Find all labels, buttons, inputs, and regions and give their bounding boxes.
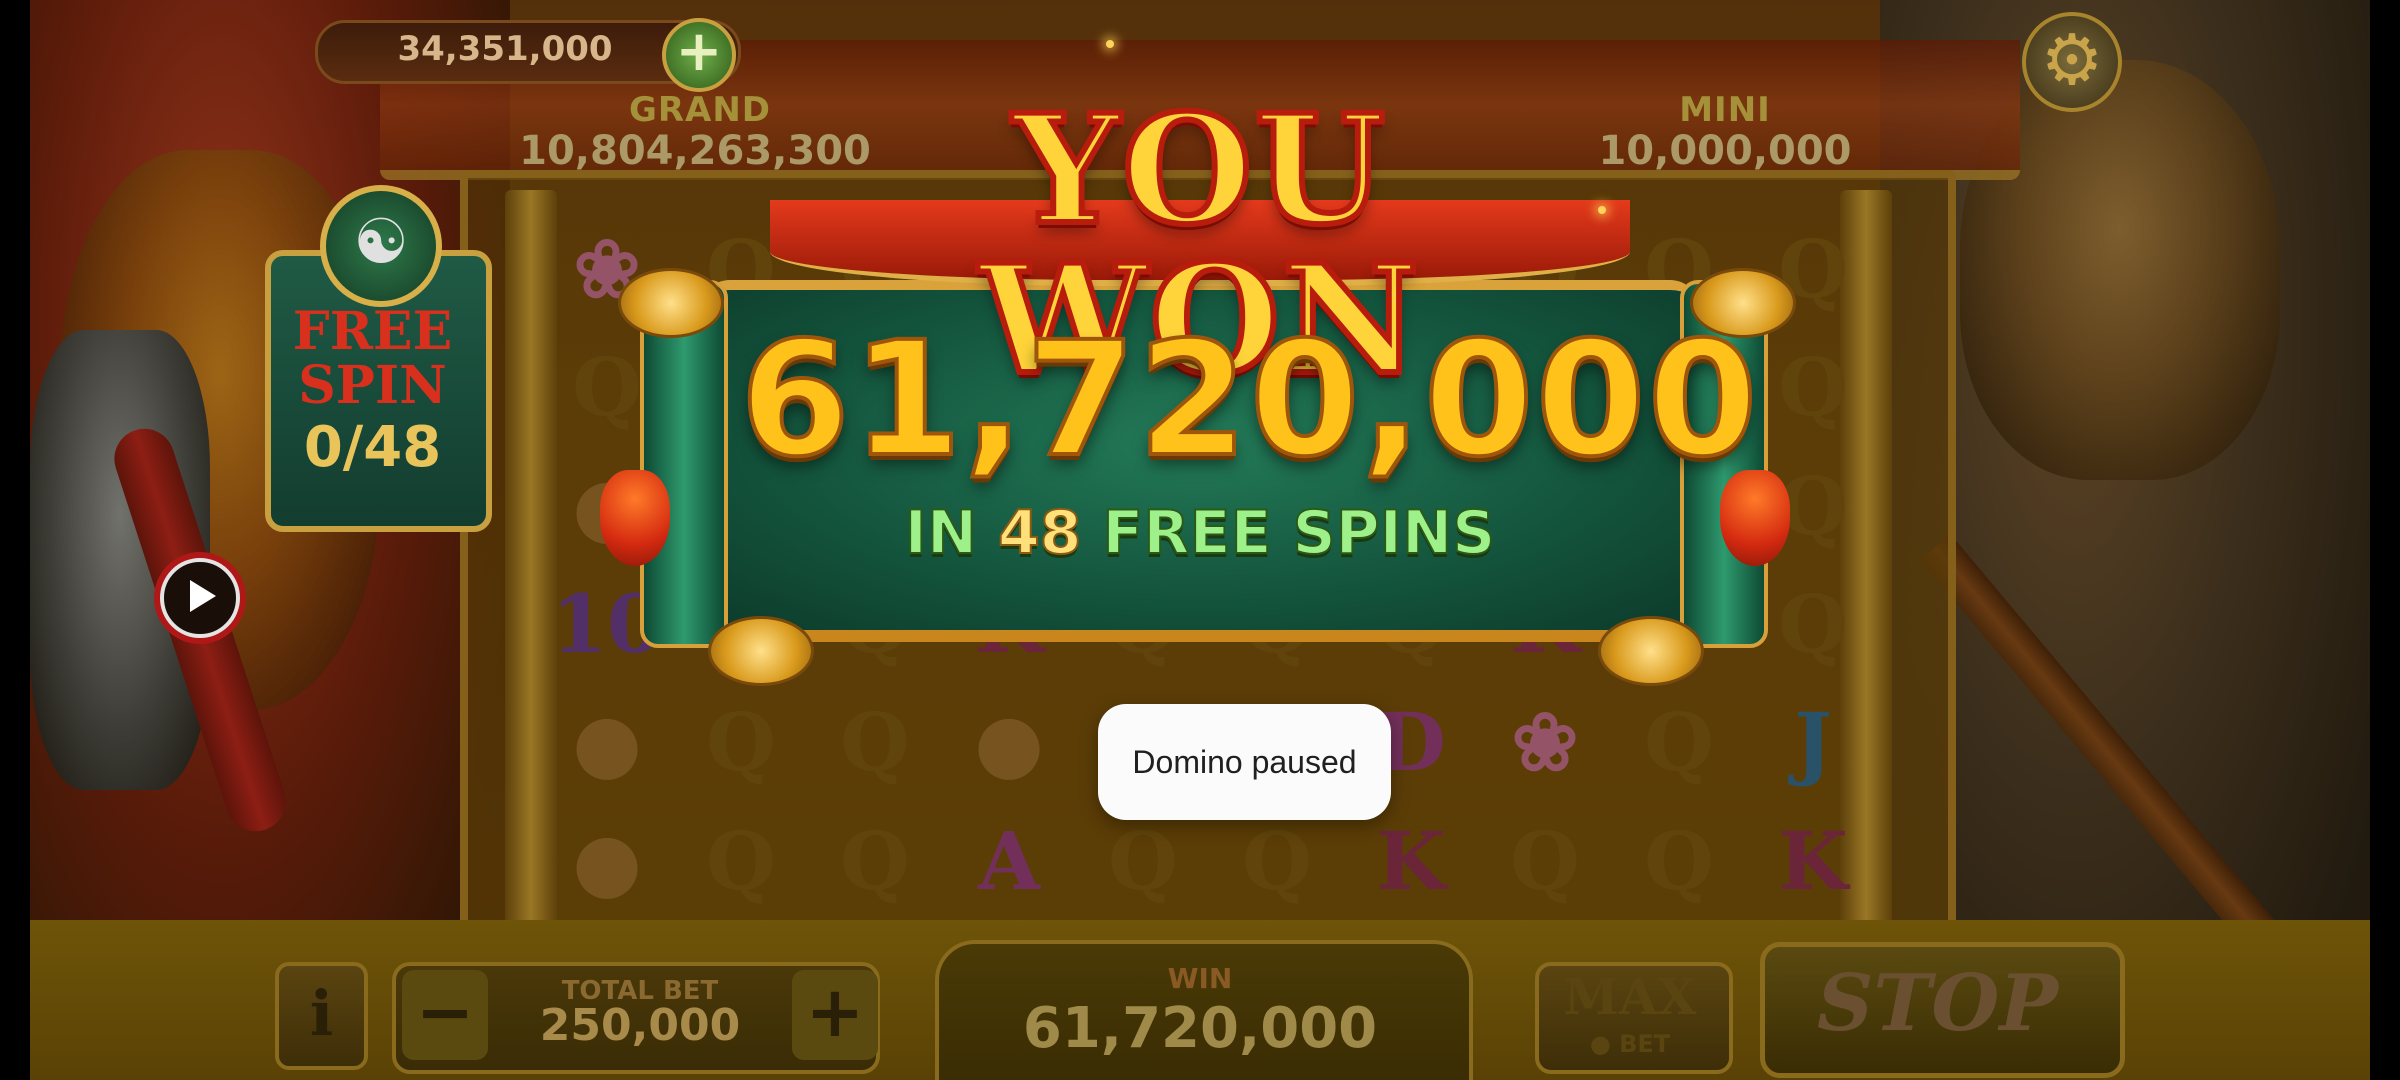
scroll-cap-bottom-left [708, 616, 814, 686]
balance-value: 34,351,000 [397, 29, 613, 69]
yin-yang-icon: ☯ [320, 185, 442, 307]
max-bet-sublabel: ● BET [1589, 1030, 1671, 1058]
free-spin-title: FREE SPIN [292, 301, 453, 416]
spins-suffix: FREE SPINS [1101, 497, 1496, 569]
gear-icon: ⚙ [2040, 19, 2104, 101]
win-label: WIN [1167, 962, 1233, 995]
add-coins-button[interactable]: + [662, 18, 736, 92]
total-bet-value: 250,000 [539, 1000, 741, 1051]
stop-label: STOP [1817, 958, 2058, 1049]
tassel-left [600, 470, 670, 566]
autoplay-button[interactable] [160, 558, 240, 638]
plus-icon: + [675, 19, 723, 84]
game-screen: GRAND 10,804,263,300 MINI 10,000,000 ❀ Q Q… [0, 0, 2400, 1080]
right-letterbox [2370, 0, 2400, 1080]
win-value: 61,720,000 [1022, 996, 1378, 1061]
scroll-cap-bottom-right [1598, 616, 1704, 686]
spins-number: 48 [997, 497, 1082, 569]
spins-prefix: IN [904, 497, 979, 569]
settings-button[interactable]: ⚙ [2022, 12, 2122, 112]
left-letterbox [0, 0, 30, 1080]
sparkle [1106, 40, 1114, 48]
play-icon [190, 580, 216, 612]
free-spins-line: IN 48 FREE SPINS [740, 497, 1660, 569]
info-button[interactable]: i [275, 962, 368, 1070]
decrease-bet-button[interactable]: − [402, 970, 488, 1060]
free-spin-count: 0/48 [303, 415, 442, 480]
win-amount: 61,720,000 [738, 308, 1760, 492]
sparkle [1598, 206, 1606, 214]
increase-bet-button[interactable]: + [792, 970, 878, 1060]
scroll-cap-top-left [618, 268, 724, 338]
toast-message: Domino paused [1132, 744, 1357, 780]
max-bet-label: MAX [1563, 967, 1697, 1026]
